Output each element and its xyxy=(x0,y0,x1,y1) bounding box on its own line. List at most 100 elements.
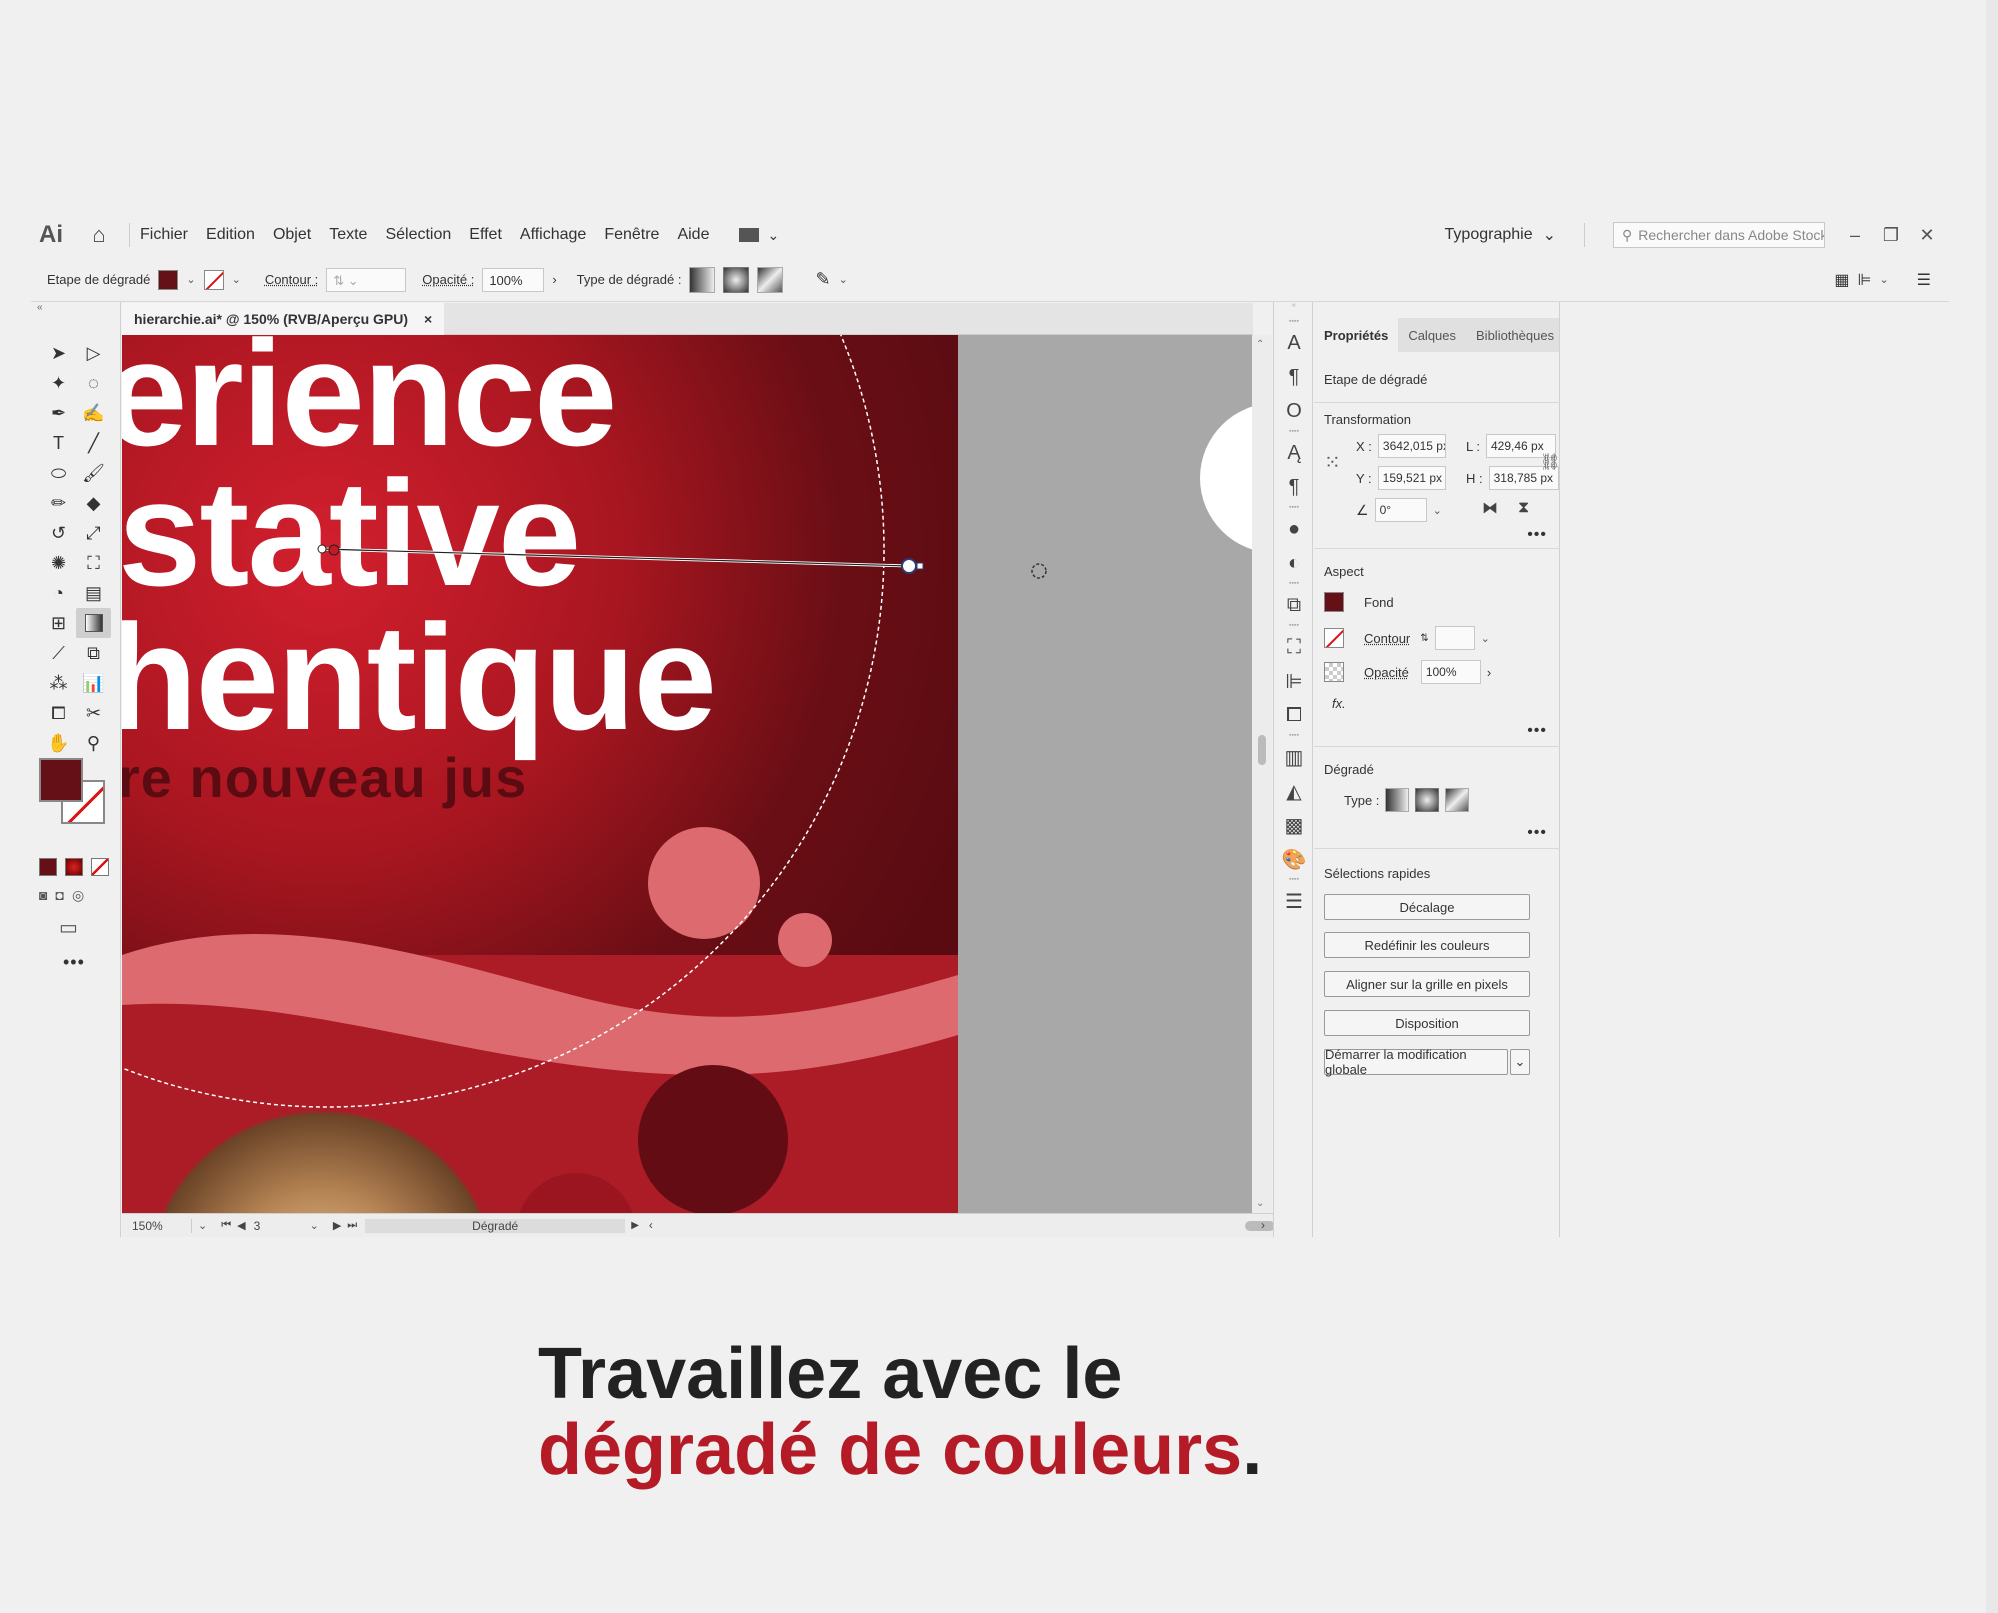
opacity-field[interactable]: 100% xyxy=(1420,660,1481,684)
flip-vertical-icon[interactable]: ⧗ xyxy=(1518,499,1529,517)
magic-wand-tool-icon[interactable]: ✦ xyxy=(41,368,76,398)
mesh-tool-icon[interactable]: ⊞ xyxy=(41,608,76,638)
menu-effet[interactable]: Effet xyxy=(469,226,502,244)
dock-grip[interactable]: ▪▪▪▪ xyxy=(1274,428,1314,436)
gradient-tool-icon[interactable] xyxy=(76,608,111,638)
graphic-styles-icon[interactable]: ◐ xyxy=(1274,546,1314,580)
canvas[interactable]: erience stative hentique re nouveau jus xyxy=(122,335,1253,1213)
hand-tool-icon[interactable]: ✋ xyxy=(41,728,76,758)
home-icon[interactable]: ⌂ xyxy=(79,222,119,248)
eyedropper-tool-icon[interactable]: ⟋ xyxy=(41,638,76,668)
artboard-tool-icon[interactable]: ⧠ xyxy=(41,698,76,728)
arrange-button[interactable]: Disposition xyxy=(1324,1010,1530,1036)
symbol-sprayer-tool-icon[interactable]: ⁂ xyxy=(41,668,76,698)
artboard-number[interactable]: 3 xyxy=(254,1219,304,1233)
linear-gradient-icon[interactable] xyxy=(1385,788,1410,812)
character-panel-icon[interactable]: A xyxy=(1274,326,1314,360)
reference-point-icon[interactable]: ⁙ xyxy=(1324,450,1341,475)
shape-builder-tool-icon[interactable]: ◔ xyxy=(41,578,76,608)
flip-horizontal-icon[interactable]: ⧓ xyxy=(1482,498,1498,518)
paragraph-styles-icon[interactable]: ¶ xyxy=(1274,470,1314,504)
blend-tool-icon[interactable]: ⧉ xyxy=(76,638,111,668)
opacity-field[interactable]: 100% xyxy=(482,267,545,292)
minimize-icon[interactable]: – xyxy=(1843,225,1867,246)
curvature-tool-icon[interactable]: ✍ xyxy=(76,398,111,428)
chevron-down-icon[interactable]: ⌄ xyxy=(1879,273,1888,286)
dock-grip[interactable]: ▪▪▪▪ xyxy=(1274,622,1314,630)
scroll-right-icon[interactable]: › xyxy=(1261,1218,1265,1232)
zoom-tool-icon[interactable]: ⚲ xyxy=(76,728,111,758)
screen-mode-icon[interactable]: ▭ xyxy=(59,915,78,940)
scroll-left-icon[interactable]: ‹ xyxy=(649,1218,653,1232)
lasso-tool-icon[interactable]: ◌ xyxy=(76,368,111,398)
menu-affichage[interactable]: Affichage xyxy=(520,226,586,244)
more-appearance-icon[interactable]: ••• xyxy=(1527,722,1547,740)
arrange-documents-button[interactable]: ⌄ xyxy=(739,227,779,244)
draw-inside-icon[interactable]: ◎ xyxy=(72,887,84,904)
scroll-up-icon[interactable]: ⌃ xyxy=(1256,339,1264,350)
menu-objet[interactable]: Objet xyxy=(273,226,311,244)
restore-icon[interactable]: ❐ xyxy=(1879,225,1903,246)
menu-fichier[interactable]: Fichier xyxy=(140,226,188,244)
contour-label[interactable]: Contour : xyxy=(265,272,318,287)
eraser-tool-icon[interactable]: ◆ xyxy=(76,488,111,518)
chevron-down-icon[interactable]: ⌄ xyxy=(232,273,241,286)
warp-tool-icon[interactable]: ✺ xyxy=(41,548,76,578)
rotate-tool-icon[interactable]: ↺ xyxy=(41,518,76,548)
chevron-down-icon[interactable]: ⌄ xyxy=(304,1219,325,1232)
list-menu-icon[interactable]: ☰ xyxy=(1917,270,1931,290)
horizontal-scrollbar[interactable]: ‹ › xyxy=(645,1214,1275,1238)
menu-edition[interactable]: Edition xyxy=(206,226,255,244)
character-styles-icon[interactable]: Ą xyxy=(1274,436,1314,470)
layers-menu-icon[interactable]: ☰ xyxy=(1274,884,1314,918)
more-gradient-icon[interactable]: ••• xyxy=(1527,824,1547,842)
workspace-switcher[interactable]: Typographie ⌄ xyxy=(1445,225,1556,245)
dock-grip[interactable]: ▪▪▪▪ xyxy=(1274,504,1314,512)
subheadline[interactable]: re nouveau jus xyxy=(122,745,527,810)
dock-grip[interactable]: ▪▪▪▪ xyxy=(1274,580,1314,588)
chevron-down-icon[interactable]: ⌄ xyxy=(1481,632,1490,645)
global-edit-dropdown[interactable]: ⌄ xyxy=(1510,1049,1530,1075)
artboard-poster[interactable]: erience stative hentique re nouveau jus xyxy=(122,335,958,1213)
pink-wave-shape[interactable] xyxy=(122,895,958,1095)
chevron-right-icon[interactable]: › xyxy=(1487,665,1491,680)
arrange-icon[interactable]: ▦ xyxy=(1834,270,1849,290)
pink-circle-large[interactable] xyxy=(648,827,760,939)
next-artboard-icon[interactable]: ▶ xyxy=(333,1219,341,1232)
constrain-proportions-icon[interactable]: ⛓ xyxy=(1540,452,1560,472)
blob-brush-tool-icon[interactable]: ✏ xyxy=(41,488,76,518)
horizontal-scroll-thumb[interactable] xyxy=(1244,1220,1275,1231)
freeform-gradient-icon[interactable] xyxy=(1445,788,1470,812)
menu-selection[interactable]: Sélection xyxy=(385,226,451,244)
radial-gradient-icon[interactable] xyxy=(1415,788,1440,812)
freeform-gradient-icon[interactable] xyxy=(757,266,784,293)
direct-selection-tool-icon[interactable]: ▷ xyxy=(76,338,111,368)
column-graph-tool-icon[interactable]: 📊 xyxy=(76,668,111,698)
dock-grip[interactable]: ▪▪▪▪ xyxy=(1274,732,1314,740)
radial-gradient-icon[interactable] xyxy=(723,266,750,293)
zoom-level[interactable]: 150% xyxy=(122,1218,192,1233)
close-tab-icon[interactable]: × xyxy=(424,311,432,327)
first-artboard-icon[interactable]: ⏮ xyxy=(221,1219,231,1232)
chevron-down-icon[interactable]: ⌄ xyxy=(839,273,848,286)
close-icon[interactable]: ✕ xyxy=(1915,225,1939,246)
white-half-circle[interactable] xyxy=(1200,403,1253,553)
pathfinder-panel-icon[interactable]: ⧉ xyxy=(1274,588,1314,622)
fx-button[interactable]: fx. xyxy=(1332,696,1346,711)
dock-grip[interactable]: ▪▪▪▪ xyxy=(1274,876,1314,884)
tab-bibliotheques[interactable]: Bibliothèques xyxy=(1466,318,1564,352)
type-tool-icon[interactable]: T xyxy=(41,428,76,458)
offset-path-button[interactable]: Décalage xyxy=(1324,894,1530,920)
stroke-swatch[interactable] xyxy=(1324,628,1344,648)
arrange-panel-icon[interactable]: ⧠ xyxy=(1274,698,1314,732)
menu-fenetre[interactable]: Fenêtre xyxy=(604,226,659,244)
stroke-weight-field[interactable]: ⇅ ⌄ xyxy=(326,267,407,292)
transform-panel-icon[interactable]: ⛶ xyxy=(1274,630,1314,664)
more-transform-icon[interactable]: ••• xyxy=(1527,526,1547,544)
angle-field[interactable]: 0° xyxy=(1374,498,1427,522)
tab-proprietes[interactable]: Propriétés xyxy=(1314,318,1399,352)
perspective-grid-tool-icon[interactable]: ▤ xyxy=(76,578,111,608)
x-field[interactable]: 3642,015 px xyxy=(1377,434,1446,458)
draw-normal-icon[interactable]: ◙ xyxy=(39,887,47,904)
free-transform-tool-icon[interactable]: ⛶ xyxy=(76,548,111,578)
